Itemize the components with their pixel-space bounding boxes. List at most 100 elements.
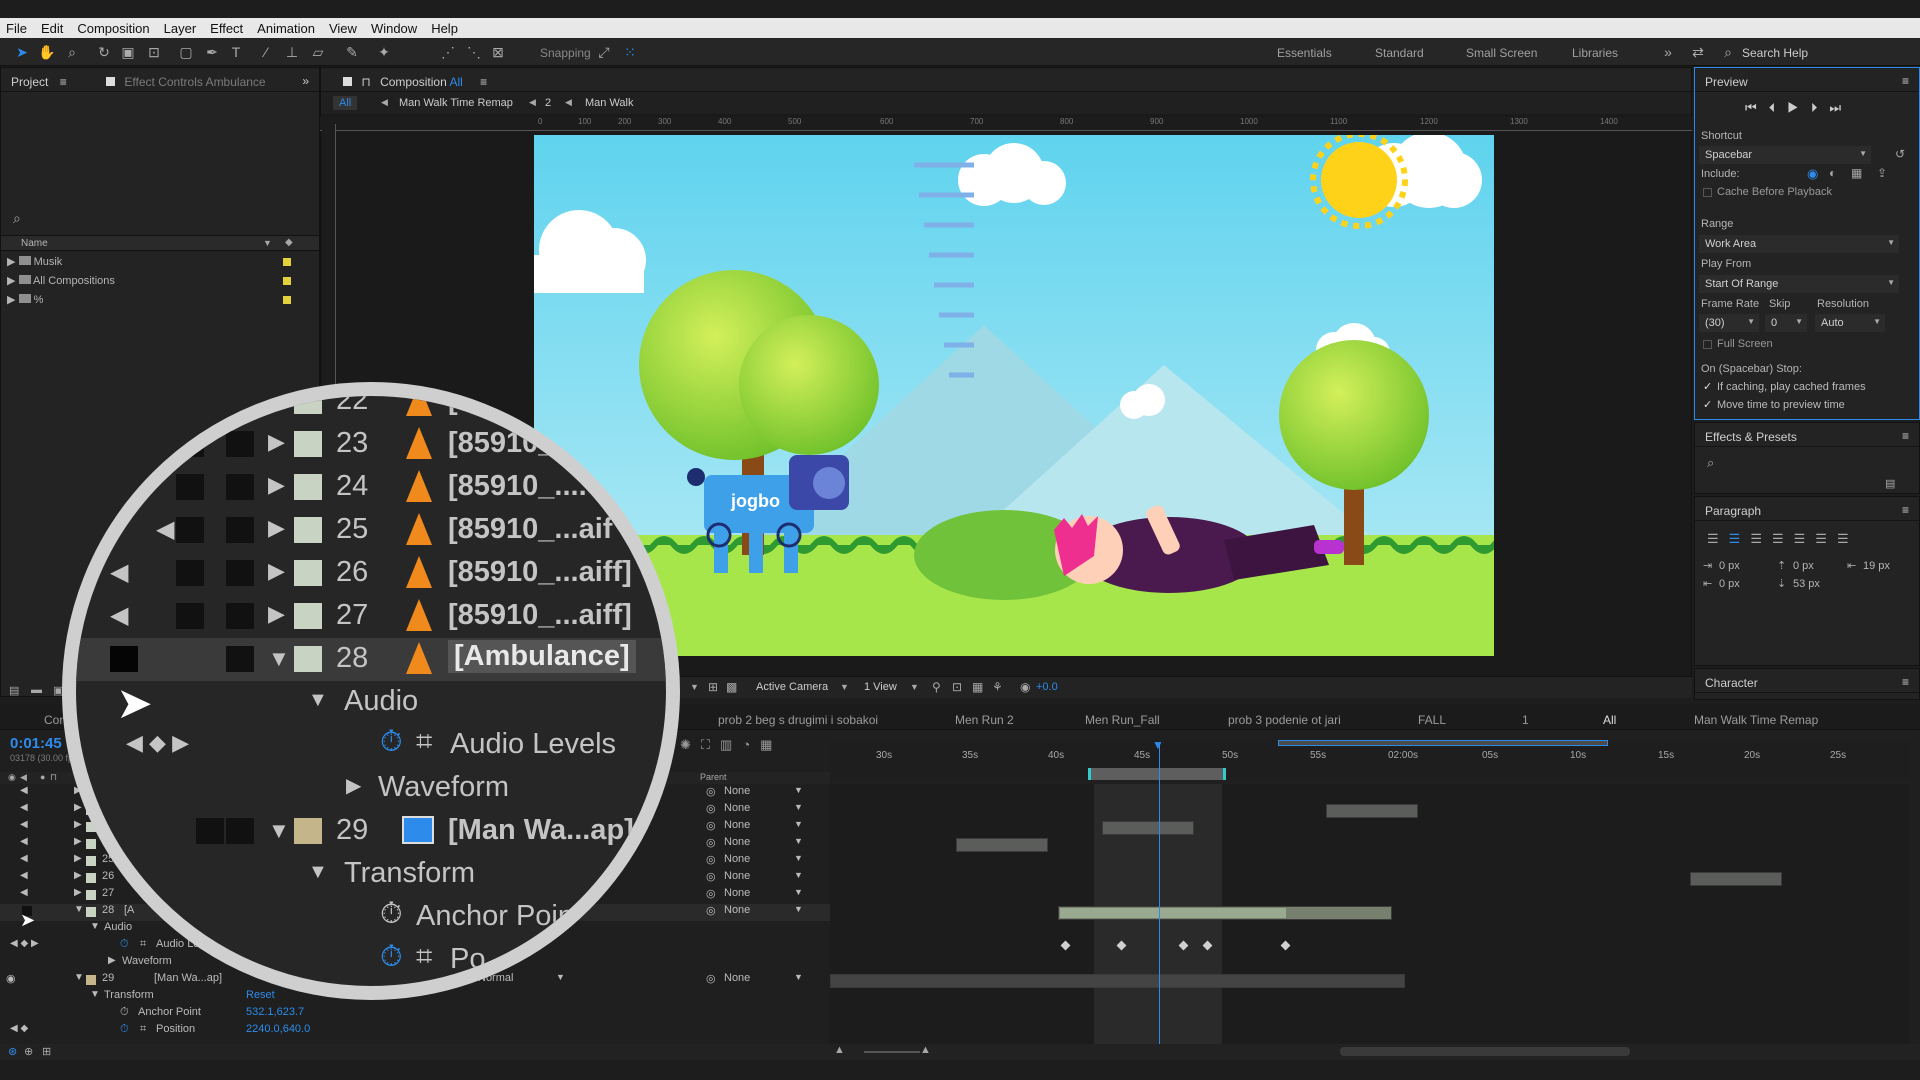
eraser-tool-icon[interactable]: ▱ xyxy=(310,44,326,60)
skip-dropdown[interactable]: 0 xyxy=(1765,314,1807,332)
workspace-standard[interactable]: Standard xyxy=(1375,46,1424,60)
menu-file[interactable]: File xyxy=(6,21,27,36)
menu-window[interactable]: Window xyxy=(371,21,417,36)
project-item-all-compositions[interactable]: ▶ All Compositions xyxy=(7,274,115,287)
search-icon[interactable]: ⌕ xyxy=(1720,44,1736,60)
transparency-icon[interactable]: ▩ xyxy=(726,680,737,694)
new-preset-icon[interactable]: ▤ xyxy=(1885,477,1895,490)
reset-icon[interactable]: ↺ xyxy=(1895,147,1905,161)
justify-all-icon[interactable]: ☰ xyxy=(1837,531,1859,546)
toggle-pixel-icon[interactable]: ⚲ xyxy=(932,680,941,694)
timeline-icon[interactable]: ▦ xyxy=(972,680,983,694)
justify-left-icon[interactable]: ☰ xyxy=(1772,531,1794,546)
graph-editor-icon[interactable]: ▦ xyxy=(760,737,782,752)
view-layout-dropdown[interactable]: 1 View xyxy=(864,681,897,693)
track-area[interactable]: ▼ xyxy=(830,738,1910,1044)
panel-menu-icon[interactable]: ≡ xyxy=(1902,74,1909,88)
composition-viewer[interactable]: jogbo xyxy=(534,135,1494,656)
snapping-icon[interactable]: ⤢ xyxy=(596,44,612,60)
menu-animation[interactable]: Animation xyxy=(257,21,315,36)
breadcrumb-all[interactable]: All xyxy=(333,96,358,110)
flowchart-icon[interactable]: ⚘ xyxy=(992,680,1003,694)
grid-icon[interactable]: ⊞ xyxy=(708,680,718,694)
timeline-tab-men-run-fall[interactable]: Men Run_Fall xyxy=(1085,713,1160,727)
new-folder-icon[interactable]: ▬ xyxy=(31,684,42,696)
menu-view[interactable]: View xyxy=(329,21,357,36)
fast-preview-icon[interactable]: ⊡ xyxy=(952,680,962,694)
workspace-overflow-icon[interactable]: » xyxy=(1660,44,1676,60)
last-frame-icon[interactable]: ⏭ xyxy=(1829,100,1853,115)
current-time-indicator[interactable] xyxy=(1159,744,1160,1044)
anchor-point-value[interactable]: 532.1,623.7 xyxy=(246,1006,304,1018)
work-area-navigator[interactable] xyxy=(1278,740,1608,746)
indent-left-value[interactable]: 0 px xyxy=(1719,560,1740,572)
visibility-icon[interactable]: ◉ xyxy=(8,772,16,783)
toggle-chevron-icon[interactable]: ▼ xyxy=(690,682,699,692)
zoom-in-icon[interactable]: ▲ xyxy=(920,1044,931,1056)
workspace-essentials[interactable]: Essentials xyxy=(1277,46,1332,60)
project-item-percent[interactable]: ▶ % xyxy=(7,293,43,306)
move-time-checkbox[interactable]: ✓ xyxy=(1703,398,1712,411)
position-row[interactable]: ◀ ◆ ⏱ ⌗ Position 2240.0,640.0 xyxy=(0,1023,830,1040)
menu-layer[interactable]: Layer xyxy=(164,21,197,36)
frame-blend-icon[interactable]: ▥ xyxy=(720,737,742,752)
menu-effect[interactable]: Effect xyxy=(210,21,243,36)
anchor-point-row[interactable]: ⏱ Anchor Point 532.1,623.7 xyxy=(0,1006,830,1023)
panel-overflow-icon[interactable]: » xyxy=(302,74,309,88)
search-help[interactable]: Search Help xyxy=(1742,46,1808,60)
name-column[interactable]: Name xyxy=(21,238,48,249)
motion-blur-icon[interactable]: ◔ xyxy=(742,737,760,752)
menu-edit[interactable]: Edit xyxy=(41,21,63,36)
panel-menu-icon[interactable]: ≡ xyxy=(1902,675,1909,689)
solo-icon[interactable]: ● xyxy=(40,772,45,782)
project-tab[interactable]: Project xyxy=(11,75,48,89)
include-audio-icon[interactable]: ◐ xyxy=(1829,166,1836,180)
snap-grid-icon[interactable]: ⁙ xyxy=(622,44,638,60)
label-tag-icon[interactable]: ◆ xyxy=(285,237,293,248)
axis-local-icon[interactable]: ⋰ xyxy=(440,44,456,60)
timeline-tab-prob3[interactable]: prob 3 podenie ot jari xyxy=(1228,713,1341,727)
pan-behind-tool-icon[interactable]: ⊡ xyxy=(146,44,162,60)
sort-chevron-down-icon[interactable]: ▼ xyxy=(263,238,272,248)
playhead-icon[interactable]: ▼ xyxy=(1152,738,1164,752)
first-frame-icon[interactable]: ⏮ xyxy=(1745,100,1769,115)
breadcrumb-man-walk[interactable]: Man Walk xyxy=(585,97,634,109)
timeline-tab-prob2[interactable]: prob 2 beg s drugimi i sobakoi xyxy=(718,713,878,727)
comp-flowchart-icon[interactable]: ⊛ xyxy=(8,1045,17,1058)
time-ruler[interactable]: 30s 35s 40s 45s 50s 55s 02:00s 05s 10s 1… xyxy=(830,740,1910,780)
project-item-musik[interactable]: ▶ Musik xyxy=(7,255,62,268)
timeline-tab-man-walk-time-remap[interactable]: Man Walk Time Remap xyxy=(1694,713,1818,727)
expand-panes-icon[interactable]: ⊕ xyxy=(24,1045,33,1058)
shy-icon[interactable]: ⛶ xyxy=(701,737,720,752)
full-screen-checkbox[interactable] xyxy=(1703,340,1712,349)
panel-menu-icon[interactable]: ≡ xyxy=(1902,503,1909,517)
menu-composition[interactable]: Composition xyxy=(77,21,149,36)
workspace-small-screen[interactable]: Small Screen xyxy=(1466,46,1537,60)
brush-tool-icon[interactable]: ⁄ xyxy=(258,44,274,60)
puppet-tool-icon[interactable]: ✦ xyxy=(376,44,392,60)
transform-reset[interactable]: Reset xyxy=(246,989,275,1001)
toggle-switches-icon[interactable]: ⊞ xyxy=(42,1045,51,1058)
project-search-icon[interactable]: ⌕ xyxy=(13,210,21,227)
export-icon[interactable]: ⇪ xyxy=(1877,166,1887,180)
align-left-icon[interactable]: ☰ xyxy=(1707,531,1729,546)
exposure-icon[interactable]: ◉ xyxy=(1020,680,1030,694)
zoom-tool-icon[interactable]: ⌕ xyxy=(64,44,80,60)
include-overlays-icon[interactable]: ▦ xyxy=(1851,166,1862,180)
composition-tab-name[interactable]: All xyxy=(449,75,462,89)
indent-right-value[interactable]: 0 px xyxy=(1719,578,1740,590)
rectangle-tool-icon[interactable]: ▢ xyxy=(178,44,194,60)
timeline-tab-men-run-2[interactable]: Men Run 2 xyxy=(955,713,1014,727)
interpret-footage-icon[interactable]: ▤ xyxy=(9,684,19,697)
active-camera-dropdown[interactable]: Active Camera xyxy=(756,681,828,693)
rotate-tool-icon[interactable]: ↻ xyxy=(96,44,112,60)
work-area-bar[interactable] xyxy=(1088,768,1226,780)
sync-icon[interactable]: ⇄ xyxy=(1690,44,1706,60)
roto-brush-tool-icon[interactable]: ✎ xyxy=(344,44,360,60)
horizontal-scrollbar[interactable] xyxy=(1340,1047,1630,1056)
camera-tool-icon[interactable]: ▣ xyxy=(120,44,136,60)
axis-view-icon[interactable]: ⊠ xyxy=(490,44,506,60)
lock-icon[interactable]: ⊓ xyxy=(50,772,57,783)
play-icon[interactable]: ▶ xyxy=(1787,100,1811,115)
draft-3d-icon[interactable]: ✺ xyxy=(680,737,701,752)
